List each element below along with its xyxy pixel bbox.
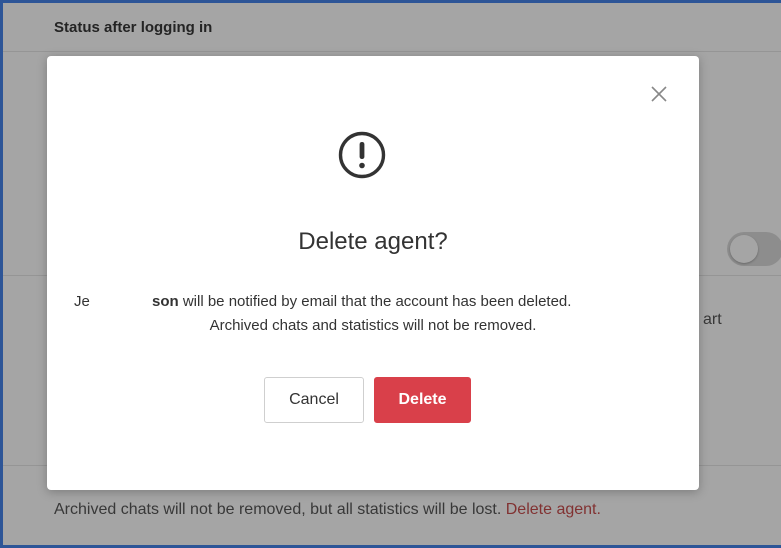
message-line1: will be notified by email that the accou… — [178, 293, 572, 310]
agent-name-end: son — [152, 293, 179, 310]
delete-agent-dialog: Delete agent? Je son will be notified by… — [47, 56, 699, 490]
exclamation-circle-icon — [337, 130, 387, 180]
cancel-button[interactable]: Cancel — [264, 377, 364, 423]
dialog-title: Delete agent? — [298, 228, 448, 255]
close-icon[interactable] — [647, 82, 671, 106]
delete-button[interactable]: Delete — [374, 377, 471, 423]
message-line2: Archived chats and statistics will not b… — [209, 317, 537, 334]
dialog-message: Je son will be notified by email that th… — [47, 290, 699, 338]
agent-name-start: Je — [74, 293, 90, 310]
